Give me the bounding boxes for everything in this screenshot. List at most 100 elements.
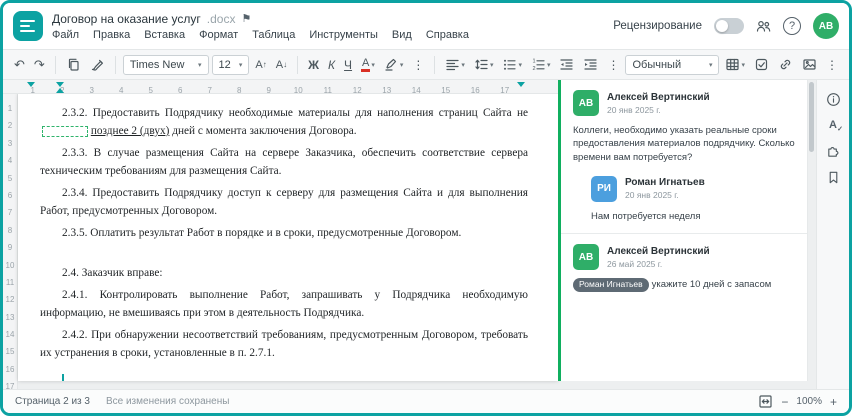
more-text-options-button[interactable]: ⋮ bbox=[409, 56, 427, 74]
page-indicator[interactable]: Страница 2 из 3 bbox=[15, 396, 90, 407]
menu-tools[interactable]: Инструменты bbox=[309, 29, 378, 41]
insert-link-button[interactable] bbox=[775, 55, 796, 74]
undo-button[interactable]: ↶ bbox=[11, 56, 28, 73]
highlight-button[interactable]: ▾ bbox=[381, 55, 407, 74]
horizontal-ruler[interactable]: 1 2 3 4 5 6 7 8 9 10 11 12 13 14 15 16 17 bbox=[3, 80, 558, 95]
menu-file[interactable]: Файл bbox=[52, 29, 79, 41]
numbered-list-button[interactable]: 12 ▾ bbox=[528, 55, 554, 74]
insert-checkbox-button[interactable] bbox=[751, 55, 772, 74]
comment-thread[interactable]: АВ Алексей Вертинский 26 май 2025 г. Ром… bbox=[573, 244, 795, 293]
more-paragraph-options-button[interactable]: ⋮ bbox=[604, 56, 622, 74]
copy-button[interactable] bbox=[63, 55, 84, 74]
mention-chip[interactable]: Роман Игнатьев bbox=[573, 278, 649, 293]
line-spacing-icon bbox=[475, 59, 488, 70]
menu-format[interactable]: Формат bbox=[199, 29, 238, 41]
menu-table[interactable]: Таблица bbox=[252, 29, 295, 41]
reply-author: Роман Игнатьев bbox=[625, 177, 705, 189]
outdent-icon bbox=[560, 59, 574, 70]
paintbrush-icon bbox=[91, 59, 103, 71]
bold-button[interactable]: Ж bbox=[305, 56, 322, 74]
bullet-list-button[interactable]: ▾ bbox=[499, 55, 525, 74]
svg-text:2: 2 bbox=[532, 66, 535, 72]
paragraph-2-4: 2.4. Заказчик вправе: bbox=[62, 267, 163, 279]
italic-button[interactable]: К bbox=[325, 56, 338, 74]
insert-table-button[interactable]: ▾ bbox=[722, 55, 748, 74]
copy-icon bbox=[68, 58, 79, 71]
help-icon[interactable]: ? bbox=[783, 17, 801, 35]
font-size-select[interactable]: 12 ▾ bbox=[211, 54, 250, 75]
underline-button[interactable]: Ч bbox=[341, 56, 355, 74]
left-indent-marker[interactable] bbox=[56, 88, 64, 93]
vertical-scrollbar[interactable] bbox=[808, 80, 816, 389]
comments-panel: АВ Алексей Вертинский 20 янв 2025 г. Кол… bbox=[558, 80, 808, 389]
paragraph-style-select[interactable]: Обычный ▾ bbox=[625, 54, 720, 75]
comment-text: Коллеги, необходимо указать реальные сро… bbox=[573, 125, 795, 163]
increase-font-button[interactable]: А ↑ bbox=[252, 57, 269, 73]
fit-page-icon[interactable] bbox=[758, 394, 773, 409]
paragraph-2-4-2: 2.4.2. При обнаружении несоответствий тр… bbox=[40, 329, 528, 359]
menu-bar: Файл Правка Вставка Формат Таблица Инстр… bbox=[52, 29, 469, 41]
app-logo-icon[interactable] bbox=[13, 11, 43, 41]
decrease-indent-button[interactable] bbox=[556, 55, 577, 74]
bookmark-icon[interactable] bbox=[826, 170, 841, 185]
info-icon[interactable] bbox=[826, 92, 841, 107]
zoom-in-button[interactable]: + bbox=[830, 395, 837, 409]
first-line-indent-marker[interactable] bbox=[56, 82, 64, 87]
menu-view[interactable]: Вид bbox=[392, 29, 412, 41]
plugins-icon[interactable] bbox=[826, 143, 841, 158]
reply-text: Нам потребуется неделя bbox=[591, 210, 701, 222]
align-button[interactable]: ▾ bbox=[442, 55, 468, 74]
comment-text: Роман Игнатьев укажите 10 дней с запасом bbox=[573, 278, 795, 293]
text-cursor bbox=[62, 374, 64, 381]
svg-text:1: 1 bbox=[532, 59, 535, 65]
highlighter-icon bbox=[385, 58, 397, 71]
comment-author: Алексей Вертинский bbox=[607, 91, 710, 103]
text-color-button[interactable]: А ▾ bbox=[358, 56, 378, 74]
paragraph-2-3-3: 2.3.3. В случае размещения Сайта на серв… bbox=[40, 147, 528, 177]
comment-date: 26 май 2025 г. bbox=[607, 258, 663, 269]
align-left-icon bbox=[446, 59, 460, 71]
app-window: Договор на оказание услуг .docx ⚑ Файл Пр… bbox=[0, 0, 852, 416]
decrease-font-button[interactable]: А ↓ bbox=[273, 57, 290, 73]
numbered-list-icon: 12 bbox=[532, 59, 545, 72]
comment-anchor-box bbox=[42, 125, 88, 137]
zoom-out-button[interactable]: − bbox=[781, 395, 788, 409]
comment-thread[interactable]: АВ Алексей Вертинский 20 янв 2025 г. Кол… bbox=[573, 90, 795, 223]
zoom-level[interactable]: 100% bbox=[796, 396, 822, 407]
spellcheck-icon[interactable]: А ✓ bbox=[829, 119, 843, 133]
vertical-ruler[interactable]: 123456789101112131415161718 bbox=[3, 94, 18, 409]
status-bar: Страница 2 из 3 Все изменения сохранены … bbox=[3, 389, 849, 413]
scrollbar-thumb[interactable] bbox=[809, 82, 814, 152]
save-status: Все изменения сохранены bbox=[105, 396, 230, 407]
line-spacing-button[interactable]: ▾ bbox=[471, 55, 497, 74]
insert-image-button[interactable] bbox=[799, 55, 820, 74]
paragraph-2-3-2: 2.3.2. Предоставить Подрядчику необходим… bbox=[40, 104, 528, 140]
table-icon bbox=[726, 58, 740, 71]
review-toggle[interactable] bbox=[714, 18, 744, 34]
paragraph-2-3-5: 2.3.5. Оплатить результат Работ в порядк… bbox=[62, 227, 462, 239]
comment-avatar: АВ bbox=[573, 90, 599, 116]
format-painter-button[interactable] bbox=[87, 55, 108, 74]
tracked-insertion: позднее 2 (двух) bbox=[90, 125, 170, 137]
left-margin-marker[interactable] bbox=[27, 82, 35, 87]
reply-avatar: РИ bbox=[591, 175, 617, 202]
formatting-toolbar: ↶ ↷ Times New ▾ 12 ▾ А ↑ А ↓ Ж К Ч А ▾ ▾ ⋮ ▾ bbox=[3, 49, 849, 80]
flag-icon[interactable]: ⚑ bbox=[241, 12, 251, 25]
increase-indent-button[interactable] bbox=[580, 55, 601, 74]
comment-date: 20 янв 2025 г. bbox=[607, 104, 661, 115]
document-extension: .docx bbox=[206, 11, 236, 26]
font-family-select[interactable]: Times New ▾ bbox=[122, 54, 209, 75]
right-indent-marker[interactable] bbox=[517, 82, 525, 87]
redo-button[interactable]: ↷ bbox=[31, 56, 48, 73]
more-insert-options-button[interactable]: ⋮ bbox=[823, 56, 841, 74]
menu-help[interactable]: Справка bbox=[426, 29, 469, 41]
comment-reply[interactable]: РИ Роман Игнатьев 20 янв 2025 г. Нам пот… bbox=[591, 175, 795, 223]
comment-separator bbox=[561, 233, 807, 235]
image-icon bbox=[803, 59, 816, 70]
link-icon bbox=[780, 59, 791, 70]
menu-insert[interactable]: Вставка bbox=[144, 29, 185, 41]
menu-edit[interactable]: Правка bbox=[93, 29, 130, 41]
document-page[interactable]: 2.3.2. Предоставить Подрядчику необходим… bbox=[18, 94, 558, 381]
collaboration-icon[interactable] bbox=[756, 19, 771, 34]
user-avatar[interactable]: АВ bbox=[813, 13, 839, 39]
